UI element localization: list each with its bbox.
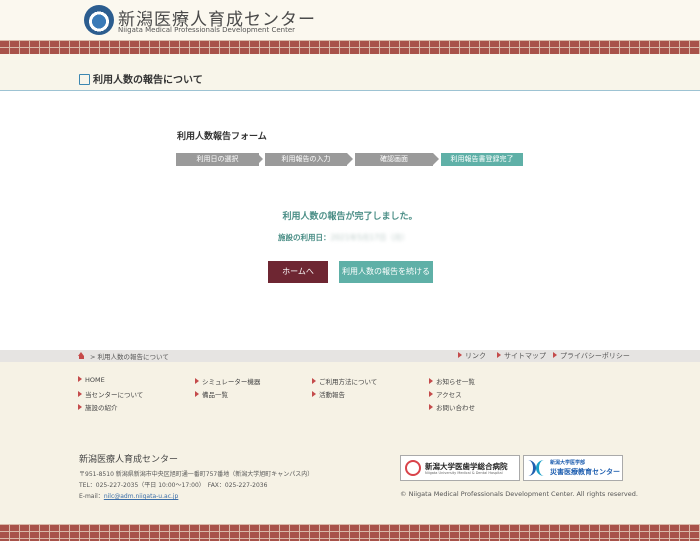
copyright: © Niigata Medical Professionals Developm… [400, 490, 638, 498]
hospital-logo-icon [405, 460, 421, 476]
breadcrumb-current: > 利用人数の報告について [90, 353, 169, 361]
center-logo[interactable] [84, 5, 114, 35]
triangle-right-icon [497, 352, 501, 358]
footer-nav-label[interactable]: お問い合わせ [436, 404, 475, 412]
partner-banner-hospital[interactable]: 新潟大学医歯学総合病院 Niigata University Medical &… [400, 455, 520, 481]
step-select-date: 利用日の選択 [176, 153, 259, 166]
partner-banner-disaster-center[interactable]: 新潟大学医学部 災害医療教育センター [523, 455, 623, 481]
brick-band-bottom [0, 524, 700, 541]
link-links-label[interactable]: リンク [465, 352, 486, 360]
step-arrow [347, 153, 353, 165]
footer-nav-label[interactable]: HOME [85, 376, 105, 384]
link-privacy-label[interactable]: プライバシーポリシー [560, 352, 630, 360]
breadcrumb-current-label: 利用人数の報告について [97, 353, 169, 361]
brick-band-top [0, 40, 700, 54]
page-title-bar: 利用人数の報告について [0, 54, 700, 91]
step-input: 利用報告の入力 [265, 153, 347, 166]
external-link-icon [79, 74, 90, 85]
footer-email-label: E-mail： [79, 493, 104, 500]
footer-nav-label[interactable]: シミュレーター機器 [202, 378, 260, 386]
form-title: 利用人数報告フォーム [177, 132, 267, 142]
step-arrow [433, 153, 439, 165]
footer-nav-activity-reports[interactable]: 活動報告 [312, 389, 345, 399]
breadcrumb: > 利用人数の報告について リンク サイトマップ プライバシーポリシー [0, 350, 700, 362]
footer-nav-label[interactable]: アクセス [436, 391, 462, 399]
site-name-en: Niigata Medical Professionals Developmen… [118, 26, 296, 34]
continue-report-button[interactable]: 利用人数の報告を続ける [339, 261, 433, 283]
footer-nav-access[interactable]: アクセス [429, 389, 462, 399]
link-links[interactable]: リンク [458, 351, 486, 361]
footer-nav-label[interactable]: ご利用方法について [319, 378, 377, 386]
footer-address: 〒951-8510 新潟県新潟市中央区旭町通一番町757番地（新潟大学旭町キャン… [79, 471, 314, 478]
link-sitemap[interactable]: サイトマップ [497, 351, 546, 361]
main-content: 利用人数報告フォーム 利用日の選択 利用報告の入力 確認画面 利用報告書登録完了… [0, 91, 700, 350]
footer-tel-fax: TEL：025-227-2035（平日 10:00〜17:00） FAX：025… [79, 482, 268, 489]
home-button[interactable]: ホームへ [268, 261, 328, 283]
hospital-name-en: Niigata University Medical & Dental Hosp… [425, 471, 503, 475]
usage-date-label: 施設の利用日： [278, 233, 331, 242]
disaster-center-faculty: 新潟大学医学部 [550, 460, 586, 466]
footer-nav-news[interactable]: お知らせ一覧 [429, 376, 475, 386]
footer-nav-label[interactable]: 備品一覧 [202, 391, 228, 399]
usage-date-row: 施設の利用日：2021年5月17日（月） [278, 232, 409, 243]
step-arrow [257, 153, 263, 165]
disaster-center-logo-icon [528, 460, 546, 476]
footer-nav-facilities[interactable]: 施設の紹介 [78, 402, 118, 412]
step-confirm: 確認画面 [355, 153, 433, 166]
link-sitemap-label[interactable]: サイトマップ [504, 352, 546, 360]
footer-nav-label[interactable]: お知らせ一覧 [436, 378, 475, 386]
triangle-right-icon [553, 352, 557, 358]
home-icon[interactable] [78, 352, 84, 359]
usage-date-value: 2021年5月17日（月） [330, 233, 409, 242]
triangle-right-icon [429, 378, 433, 384]
footer-nav-about[interactable]: 当センターについて [78, 389, 143, 399]
triangle-right-icon [429, 391, 433, 397]
completion-message: 利用人数の報告が完了しました。 [282, 212, 418, 222]
footer-org-name: 新潟医療人育成センター [79, 455, 179, 465]
footer-nav-home[interactable]: HOME [78, 376, 105, 384]
footer-nav-label[interactable]: 当センターについて [85, 391, 143, 399]
footer-nav-equipment[interactable]: 備品一覧 [195, 389, 228, 399]
triangle-right-icon [312, 378, 316, 384]
site-header: 新潟医療人育成センター Niigata Medical Professional… [0, 0, 700, 40]
triangle-right-icon [78, 404, 82, 410]
triangle-right-icon [195, 391, 199, 397]
link-privacy-policy[interactable]: プライバシーポリシー [553, 351, 630, 361]
footer-nav-simulators[interactable]: シミュレーター機器 [195, 376, 260, 386]
triangle-right-icon [78, 376, 82, 382]
footer-email-row: E-mail：nilc@adm.niigata-u.ac.jp [79, 491, 178, 500]
footer-email-link[interactable]: nilc@adm.niigata-u.ac.jp [104, 493, 179, 500]
step-complete: 利用報告書登録完了 [441, 153, 523, 166]
triangle-right-icon [429, 404, 433, 410]
disaster-center-name: 災害医療教育センター [550, 468, 620, 476]
triangle-right-icon [458, 352, 462, 358]
triangle-right-icon [195, 378, 199, 384]
triangle-right-icon [78, 391, 82, 397]
footer-nav-label[interactable]: 活動報告 [319, 391, 345, 399]
footer-nav-label[interactable]: 施設の紹介 [85, 404, 118, 412]
footer-nav-contact[interactable]: お問い合わせ [429, 402, 475, 412]
page-title: 利用人数の報告について [93, 75, 203, 86]
footer-nav-how-to-use[interactable]: ご利用方法について [312, 376, 377, 386]
triangle-right-icon [312, 391, 316, 397]
